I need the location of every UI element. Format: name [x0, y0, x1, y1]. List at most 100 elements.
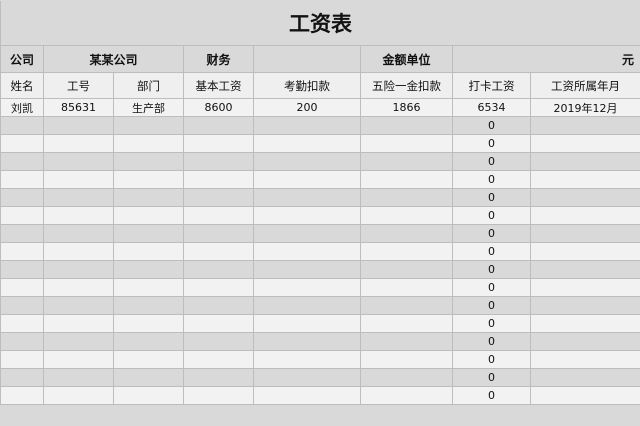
cell-employee-id[interactable] [43, 332, 114, 351]
cell-department[interactable] [113, 188, 184, 207]
cell-department[interactable] [113, 242, 184, 261]
header-insurance-deduction[interactable]: 五险一金扣款 [360, 72, 453, 99]
cell-base-salary[interactable] [183, 332, 254, 351]
cell-base-salary[interactable] [183, 242, 254, 261]
cell-salary-month[interactable] [530, 134, 640, 153]
cell-insurance-deduction[interactable] [360, 260, 453, 279]
cell-attendance-deduction[interactable] [253, 206, 361, 225]
cell-base-salary[interactable] [183, 260, 254, 279]
cell-attendance-deduction[interactable] [253, 386, 361, 405]
cell-salary-month[interactable] [530, 170, 640, 189]
cell-salary-month[interactable] [530, 350, 640, 369]
cell-attendance-deduction[interactable] [253, 350, 361, 369]
cell-base-salary[interactable] [183, 170, 254, 189]
cell-department[interactable] [113, 314, 184, 333]
cell-card-salary[interactable]: 0 [452, 332, 531, 351]
department-value-cell[interactable]: 财务 [183, 45, 254, 73]
cell-card-salary[interactable]: 0 [452, 206, 531, 225]
cell-department[interactable] [113, 116, 184, 135]
cell-employee-id[interactable] [43, 350, 114, 369]
cell-base-salary[interactable] [183, 296, 254, 315]
cell-insurance-deduction[interactable] [360, 188, 453, 207]
cell-employee-id[interactable] [43, 170, 114, 189]
cell-attendance-deduction[interactable] [253, 116, 361, 135]
cell-insurance-deduction[interactable] [360, 242, 453, 261]
cell-department[interactable] [113, 350, 184, 369]
cell-name[interactable] [0, 278, 44, 297]
cell-department[interactable] [113, 206, 184, 225]
cell-salary-month[interactable] [530, 386, 640, 405]
cell-card-salary[interactable]: 0 [452, 386, 531, 405]
cell-salary-month[interactable] [530, 260, 640, 279]
cell-insurance-deduction[interactable] [360, 170, 453, 189]
cell-base-salary[interactable] [183, 350, 254, 369]
cell-insurance-deduction[interactable] [360, 206, 453, 225]
cell-department[interactable] [113, 170, 184, 189]
cell-department[interactable] [113, 368, 184, 387]
cell-name[interactable] [0, 152, 44, 171]
cell-attendance-deduction[interactable] [253, 314, 361, 333]
cell-attendance-deduction[interactable] [253, 188, 361, 207]
cell-name[interactable]: 刘凯 [0, 98, 44, 117]
header-card-salary[interactable]: 打卡工资 [452, 72, 531, 99]
cell-card-salary[interactable]: 0 [452, 314, 531, 333]
cell-base-salary[interactable] [183, 116, 254, 135]
cell-employee-id[interactable] [43, 116, 114, 135]
cell-department[interactable] [113, 224, 184, 243]
cell-name[interactable] [0, 332, 44, 351]
cell-name[interactable] [0, 116, 44, 135]
cell-insurance-deduction[interactable] [360, 332, 453, 351]
cell-attendance-deduction[interactable] [253, 224, 361, 243]
cell-department[interactable] [113, 332, 184, 351]
cell-employee-id[interactable] [43, 152, 114, 171]
cell-card-salary[interactable]: 0 [452, 350, 531, 369]
cell-name[interactable] [0, 314, 44, 333]
cell-insurance-deduction[interactable] [360, 314, 453, 333]
header-department[interactable]: 部门 [113, 72, 184, 99]
cell-attendance-deduction[interactable] [253, 134, 361, 153]
cell-base-salary[interactable]: 8600 [183, 98, 254, 117]
cell-card-salary[interactable]: 0 [452, 368, 531, 387]
cell-card-salary[interactable]: 0 [452, 134, 531, 153]
cell-insurance-deduction[interactable] [360, 296, 453, 315]
cell-attendance-deduction[interactable] [253, 152, 361, 171]
cell-insurance-deduction[interactable] [360, 116, 453, 135]
cell-department[interactable]: 生产部 [113, 98, 184, 117]
cell-insurance-deduction[interactable] [360, 386, 453, 405]
cell-employee-id[interactable] [43, 134, 114, 153]
cell-attendance-deduction[interactable] [253, 170, 361, 189]
cell-attendance-deduction[interactable] [253, 368, 361, 387]
unit-value-cell[interactable]: 元 [452, 45, 640, 73]
cell-salary-month[interactable] [530, 152, 640, 171]
cell-insurance-deduction[interactable] [360, 152, 453, 171]
cell-name[interactable] [0, 206, 44, 225]
cell-name[interactable] [0, 188, 44, 207]
cell-employee-id[interactable] [43, 260, 114, 279]
cell-salary-month[interactable] [530, 242, 640, 261]
cell-base-salary[interactable] [183, 134, 254, 153]
cell-insurance-deduction[interactable] [360, 278, 453, 297]
cell-card-salary[interactable]: 0 [452, 224, 531, 243]
cell-department[interactable] [113, 278, 184, 297]
cell-card-salary[interactable]: 0 [452, 278, 531, 297]
blank-info-cell[interactable] [253, 45, 361, 73]
cell-salary-month[interactable] [530, 224, 640, 243]
cell-name[interactable] [0, 170, 44, 189]
cell-base-salary[interactable] [183, 224, 254, 243]
cell-insurance-deduction[interactable]: 1866 [360, 98, 453, 117]
header-salary-month[interactable]: 工资所属年月 [530, 72, 640, 99]
cell-employee-id[interactable] [43, 188, 114, 207]
cell-card-salary[interactable]: 0 [452, 242, 531, 261]
cell-base-salary[interactable] [183, 188, 254, 207]
cell-card-salary[interactable]: 6534 [452, 98, 531, 117]
cell-name[interactable] [0, 296, 44, 315]
header-base-salary[interactable]: 基本工资 [183, 72, 254, 99]
cell-attendance-deduction[interactable] [253, 296, 361, 315]
cell-insurance-deduction[interactable] [360, 350, 453, 369]
cell-card-salary[interactable]: 0 [452, 260, 531, 279]
company-label-cell[interactable]: 公司 [0, 45, 44, 73]
cell-name[interactable] [0, 224, 44, 243]
cell-salary-month[interactable] [530, 116, 640, 135]
cell-department[interactable] [113, 260, 184, 279]
cell-department[interactable] [113, 296, 184, 315]
